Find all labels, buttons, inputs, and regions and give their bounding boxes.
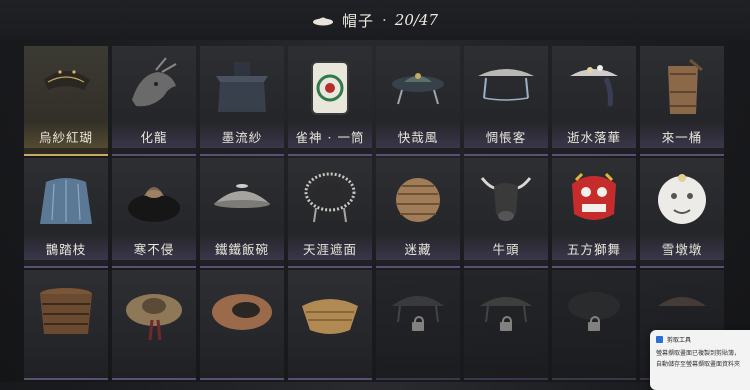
lion-dance-icon [572,172,616,220]
fur-hat-icon [128,187,180,222]
hat-card[interactable]: 化龍 [112,46,196,156]
hat-card-locked[interactable] [552,270,636,380]
hat-card[interactable]: 惆悵客 [464,46,548,156]
hat-name: 雀神 · 一筒 [288,121,372,148]
woven-cage-icon [304,172,356,223]
flower-hat-icon [570,65,618,107]
gauze-hat-icon [44,70,90,103]
notification-header: 剪取工具 [650,330,750,346]
hat-name: 鐵鐵飯碗 [200,233,284,260]
hat-card[interactable]: 逝水落華 [552,46,636,156]
hat-card[interactable]: 墨流紗 [200,46,284,156]
blue-hood-icon [40,178,92,224]
hat-card[interactable]: 來一桶 [640,46,724,156]
hat-icon [312,14,334,26]
hat-card[interactable]: 鵲踏枝 [24,158,108,268]
hat-card[interactable]: 五方獅舞 [552,158,636,268]
hat-name: 逝水落華 [552,121,636,148]
hat-card[interactable] [288,270,372,380]
hat-card[interactable]: 雀神 · 一筒 [288,46,372,156]
ornate-hat-icon [392,73,444,105]
hat-card[interactable]: 快哉風 [376,46,460,156]
hat-card[interactable]: 寒不侵 [112,158,196,268]
notification-app-name: 剪取工具 [667,337,692,344]
iron-bowl-icon [214,184,270,208]
hat-name: 烏紗紅瑚 [24,121,108,148]
collection-count: 20/47 [394,11,439,29]
hat-name: 快哉風 [376,121,460,148]
hat-name: 迷藏 [376,233,460,260]
locked-hat-icon [480,297,532,323]
woven-basket-icon [302,299,358,334]
lock-icon [588,316,600,331]
straw-hat-icon [126,294,182,341]
hat-card[interactable]: 天涯遮面 [288,158,372,268]
mahjong-tile-icon [311,61,349,115]
hat-name: 化龍 [112,121,196,148]
bull-head-icon [480,177,532,221]
hat-name: 天涯遮面 [288,233,372,260]
title-separator: · [382,11,387,29]
bamboo-hat-icon [478,69,534,101]
conical-hat-icon [212,294,272,330]
hat-card[interactable] [24,270,108,380]
category-title: 帽子 [341,11,374,30]
snipping-tool-icon [656,336,663,343]
hat-name: 惆悵客 [464,121,548,148]
hat-name: 牛頭 [464,233,548,260]
stacked-basket-icon [40,288,92,334]
hat-card[interactable]: 烏紗紅瑚 [24,46,108,156]
lock-icon [500,316,512,331]
hat-name: 來一桶 [640,121,724,148]
notification-message: 螢幕擷取畫面已複製到剪貼簿， [656,350,741,357]
hat-card[interactable]: 鐵鐵飯碗 [200,158,284,268]
hat-card[interactable] [200,270,284,380]
veil-hat-icon [216,62,268,112]
wicker-ball-icon [396,178,440,222]
locked-hat-icon [392,296,444,323]
hat-card[interactable]: 雪墩墩 [640,158,724,268]
hat-card-locked[interactable] [464,270,548,380]
hat-card[interactable]: 牛頭 [464,158,548,268]
hat-name: 墨流紗 [200,121,284,148]
hat-name: 鵲踏枝 [24,233,108,260]
dragon-head-icon [132,57,177,107]
hat-card-locked[interactable] [376,270,460,380]
hat-card[interactable]: 迷藏 [376,158,460,268]
bucket-hat-icon [668,58,703,114]
category-header: 帽子 · 20/47 [0,0,750,40]
snipping-tool-notification[interactable]: 剪取工具 螢幕擷取畫面已複製到剪貼簿， 自動儲存至螢幕擷取畫面資料夾 [650,330,750,390]
hat-name: 五方獅舞 [552,233,636,260]
locked-hat-icon [568,292,620,320]
hat-card[interactable] [112,270,196,380]
notification-submessage: 自動儲存至螢幕擷取畫面資料夾 [656,361,741,368]
hat-name: 寒不侵 [112,233,196,260]
hat-grid: 烏紗紅瑚 化龍 墨流紗 雀神 · 一筒 快哉風 惆悵客 逝水落華 來一桶 鵲踏枝… [24,46,724,380]
hat-name: 雪墩墩 [640,233,724,260]
snow-lion-icon [658,174,706,224]
lock-icon [412,316,424,331]
